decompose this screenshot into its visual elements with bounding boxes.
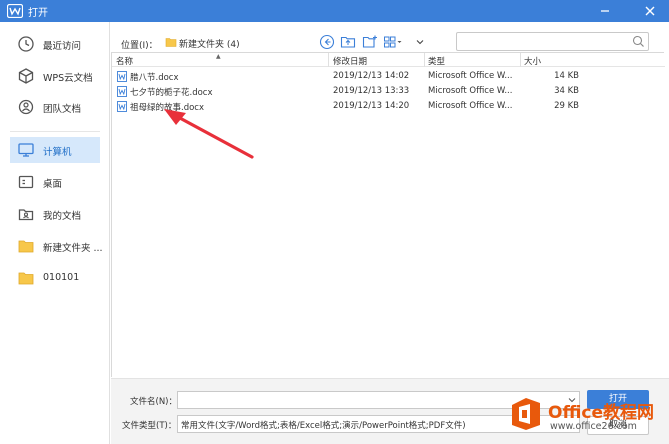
file-type: Microsoft Office W... — [428, 86, 513, 96]
file-date: 2019/12/13 14:20 — [333, 101, 410, 111]
sidebar-item-desktop[interactable]: 桌面 — [10, 169, 100, 195]
table-row[interactable]: 腊八节.docx 2019/12/13 14:02 Microsoft Offi… — [112, 69, 665, 84]
watermark-brand: Office — [548, 403, 604, 423]
file-date: 2019/12/13 14:02 — [333, 71, 410, 81]
search-icon[interactable] — [632, 35, 645, 48]
sidebar-item-recent[interactable]: 最近访问 — [10, 31, 100, 57]
annotation-arrow — [164, 109, 254, 159]
office-logo-icon — [512, 398, 540, 430]
clock-icon — [18, 36, 34, 52]
table-row[interactable]: 七夕节的栀子花.docx 2019/12/13 13:33 Microsoft … — [112, 84, 665, 99]
sort-ascending-icon: ▲ — [216, 53, 221, 60]
sidebar-item-label: 团队文档 — [43, 104, 82, 115]
search-box[interactable] — [456, 32, 649, 51]
location-value: 新建文件夹 (4) — [179, 40, 240, 50]
sidebar-item-label: 010101 — [43, 272, 80, 283]
chevron-down-icon — [416, 40, 424, 45]
watermark-brand-cn: 教程网 — [603, 403, 655, 423]
file-type: Microsoft Office W... — [428, 71, 513, 81]
column-date[interactable]: 修改日期 — [333, 55, 367, 67]
watermark-url: www.office26.com — [550, 421, 637, 432]
sidebar-item-label: 桌面 — [43, 179, 63, 190]
window-title: 打开 — [28, 8, 48, 19]
sidebar-item-computer[interactable]: 计算机 — [10, 137, 100, 163]
cube-icon — [18, 68, 34, 84]
title-bar: 打开 — [0, 0, 669, 22]
file-size: 34 KB — [554, 86, 579, 96]
watermark-text: Office教程网 — [548, 398, 654, 423]
back-icon[interactable] — [319, 34, 335, 50]
column-name[interactable]: 名称 — [116, 55, 133, 67]
minimize-icon[interactable] — [596, 2, 614, 20]
folder-icon — [165, 38, 177, 47]
file-type: Microsoft Office W... — [428, 101, 513, 111]
sidebar-item-team-docs[interactable]: 团队文档 — [10, 94, 100, 120]
word-doc-icon — [117, 101, 127, 112]
close-icon[interactable] — [641, 2, 659, 20]
filename-label: 文件名(N)： — [130, 397, 177, 407]
sidebar-item-label: WPS云文档 — [43, 73, 93, 84]
sidebar-item-label: 我的文档 — [43, 211, 82, 222]
sidebar-item-010101[interactable]: 010101 — [10, 265, 100, 291]
filetype-value: 常用文件(文字/Word格式;表格/Excel格式;演示/PowerPoint格… — [181, 421, 466, 431]
my-documents-icon — [18, 209, 34, 221]
filetype-label: 文件类型(T)： — [122, 421, 177, 431]
sidebar-item-label: 最近访问 — [43, 41, 82, 52]
word-doc-icon — [117, 71, 127, 82]
sidebar-item-my-documents[interactable]: 我的文档 — [10, 201, 100, 227]
file-name: 七夕节的栀子花.docx — [130, 88, 213, 98]
file-size: 14 KB — [554, 71, 579, 81]
view-options-icon[interactable] — [383, 34, 403, 50]
team-icon — [18, 99, 34, 115]
column-divider[interactable] — [424, 53, 425, 67]
sidebar-item-wps-cloud[interactable]: WPS云文档 — [10, 63, 100, 89]
watermark: Office教程网 www.office26.com — [500, 392, 669, 444]
new-folder-icon[interactable] — [362, 34, 378, 50]
sidebar-item-new-folder[interactable]: 新建文件夹 ... — [10, 233, 103, 259]
sidebar-divider — [10, 131, 100, 132]
folder-icon — [18, 272, 34, 285]
sidebar: 最近访问 WPS云文档 团队文档 计算机 桌面 我的文档 新建文件夹 ... 0… — [0, 22, 110, 444]
monitor-icon — [18, 143, 34, 157]
folder-icon — [18, 240, 34, 253]
wps-logo-icon — [7, 4, 23, 18]
word-doc-icon — [117, 86, 127, 97]
file-list: 名称 ▲ 修改日期 类型 大小 腊八节.docx 2019/12/13 14:0… — [111, 52, 665, 377]
column-type[interactable]: 类型 — [428, 55, 445, 67]
column-size[interactable]: 大小 — [524, 55, 541, 67]
desktop-icon — [18, 175, 34, 189]
sidebar-item-label: 计算机 — [43, 147, 72, 158]
sidebar-item-label: 新建文件夹 ... — [43, 243, 103, 254]
column-divider[interactable] — [520, 53, 521, 67]
search-input[interactable] — [457, 33, 627, 50]
file-date: 2019/12/13 13:33 — [333, 86, 410, 96]
file-list-header: 名称 ▲ 修改日期 类型 大小 — [112, 53, 665, 67]
folder-up-icon[interactable] — [340, 34, 356, 50]
file-size: 29 KB — [554, 101, 579, 111]
location-label: 位置(I)： — [121, 41, 158, 51]
column-divider[interactable] — [328, 53, 329, 67]
file-name: 腊八节.docx — [130, 73, 179, 83]
